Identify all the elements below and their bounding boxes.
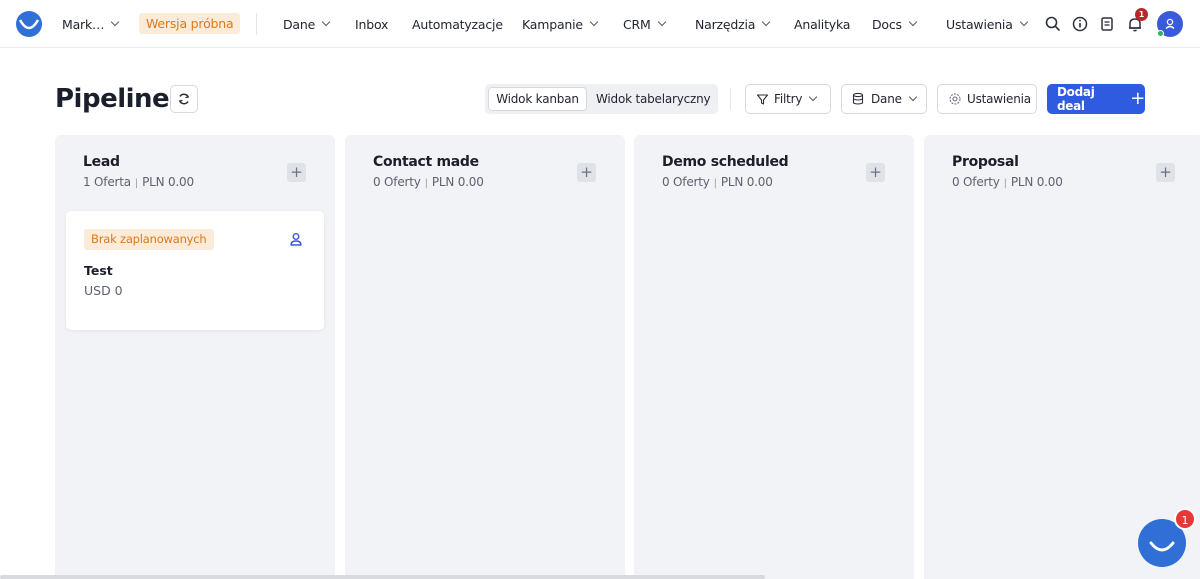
kanban-view-button[interactable]: Widok kanban: [488, 87, 587, 111]
notification-badge: 1: [1135, 8, 1148, 21]
nav-divider: [256, 13, 257, 35]
column-count: 1 Oferta: [83, 175, 131, 189]
pipeline-column-demo-scheduled: Demo scheduled 0 Oferty | PLN 0.00 +: [634, 135, 914, 579]
add-to-column-button[interactable]: +: [287, 163, 306, 182]
chevron-down-icon: [761, 17, 771, 27]
chevron-down-icon: [111, 17, 120, 27]
column-amount: PLN 0.00: [431, 175, 484, 189]
nav-item-label: Narzędzia: [695, 16, 756, 32]
account-label: Mark…: [62, 16, 105, 32]
person-icon[interactable]: [288, 231, 304, 247]
filters-button[interactable]: Filtry: [745, 84, 831, 114]
chevron-down-icon: [589, 17, 599, 27]
nav-item-label: CRM: [623, 16, 651, 32]
column-summary: 0 Oferty | PLN 0.00: [662, 175, 773, 189]
filters-label: Filtry: [774, 92, 803, 106]
nav-item-kampanie[interactable]: Kampanie: [522, 0, 599, 48]
deal-card[interactable]: Brak zaplanowanych Test USD 0: [66, 211, 324, 330]
column-title: Contact made: [373, 154, 479, 170]
data-button[interactable]: Dane: [841, 84, 927, 114]
chevron-down-icon: [1019, 17, 1028, 27]
table-view-button[interactable]: Widok tabelaryczny: [596, 87, 711, 111]
nav-item-label: Docs: [872, 16, 902, 32]
page-title: Pipeline: [55, 84, 170, 114]
chevron-down-icon: [809, 92, 818, 102]
gear-icon: [949, 93, 961, 105]
column-title: Lead: [83, 154, 120, 170]
column-summary: 0 Oferty | PLN 0.00: [952, 175, 1063, 189]
column-amount: PLN 0.00: [1010, 175, 1063, 189]
refresh-button[interactable]: [170, 85, 198, 113]
nav-item-label: Automatyzacje: [412, 16, 503, 32]
database-icon: [852, 92, 864, 105]
top-navbar: Mark… Wersja próbna Dane Inbox Automatyz…: [0, 0, 1200, 48]
app-logo-icon[interactable]: [15, 10, 43, 38]
chat-notification-badge: 1: [1174, 508, 1196, 530]
column-count: 0 Oferty: [662, 175, 710, 189]
nav-item-label: Ustawienia: [946, 16, 1013, 32]
column-count: 0 Oferty: [373, 175, 421, 189]
column-title: Proposal: [952, 154, 1019, 170]
add-to-column-button[interactable]: +: [866, 163, 885, 182]
trial-badge[interactable]: Wersja próbna: [139, 13, 241, 34]
nav-item-inbox[interactable]: Inbox: [355, 0, 388, 48]
column-amount: PLN 0.00: [720, 175, 773, 189]
pipeline-column-proposal: Proposal 0 Oferty | PLN 0.00 +: [924, 135, 1200, 579]
activity-status-badge: Brak zaplanowanych: [84, 229, 214, 250]
nav-item-ustawienia[interactable]: Ustawienia: [946, 0, 1028, 48]
settings-button[interactable]: Ustawienia: [937, 84, 1037, 114]
add-deal-label: Dodaj deal: [1057, 85, 1095, 113]
column-count: 0 Oferty: [952, 175, 1000, 189]
toolbar-divider: [730, 88, 731, 110]
view-toggle: Widok kanban Widok tabelaryczny: [485, 84, 718, 114]
column-title: Demo scheduled: [662, 154, 789, 170]
chevron-down-icon: [908, 17, 918, 27]
account-switcher[interactable]: Mark…: [62, 0, 120, 48]
nav-item-narzedzia[interactable]: Narzędzia: [695, 0, 771, 48]
add-to-column-button[interactable]: +: [1156, 163, 1175, 182]
nav-item-label: Analityka: [794, 16, 851, 32]
book-icon[interactable]: [1098, 15, 1116, 33]
nav-item-docs[interactable]: Docs: [872, 0, 918, 48]
settings-label: Ustawienia: [967, 92, 1031, 106]
info-icon[interactable]: [1071, 15, 1089, 33]
nav-item-label: Inbox: [355, 16, 389, 32]
column-amount: PLN 0.00: [142, 175, 194, 189]
nav-item-analityka[interactable]: Analityka: [794, 0, 850, 48]
pipeline-column-lead: Lead 1 Oferta | PLN 0.00 +: [55, 135, 335, 579]
horizontal-scrollbar[interactable]: [0, 575, 765, 579]
chevron-down-icon: [321, 17, 331, 27]
column-summary: 0 Oferty | PLN 0.00: [373, 175, 484, 189]
refresh-icon: [178, 93, 190, 105]
column-summary: 1 Oferta | PLN 0.00: [83, 175, 194, 189]
nav-item-dane[interactable]: Dane: [283, 0, 331, 48]
nav-item-label: Dane: [283, 16, 316, 32]
add-deal-button[interactable]: Dodaj deal +: [1047, 84, 1145, 114]
filter-icon: [756, 93, 769, 105]
data-label: Dane: [871, 92, 902, 106]
online-status-dot: [1157, 30, 1164, 37]
nav-item-label: Kampanie: [522, 16, 583, 32]
pipeline-column-contact-made: Contact made 0 Oferty | PLN 0.00 +: [345, 135, 625, 579]
deal-name: Test: [84, 263, 113, 278]
chevron-down-icon: [657, 17, 666, 27]
deal-value: USD 0: [84, 283, 123, 298]
nav-item-crm[interactable]: CRM: [623, 0, 666, 48]
nav-item-automatyzacje[interactable]: Automatyzacje: [412, 0, 503, 48]
search-icon[interactable]: [1044, 15, 1062, 33]
add-to-column-button[interactable]: +: [577, 163, 596, 182]
chevron-down-icon: [908, 92, 918, 102]
plus-icon: +: [1130, 87, 1145, 109]
